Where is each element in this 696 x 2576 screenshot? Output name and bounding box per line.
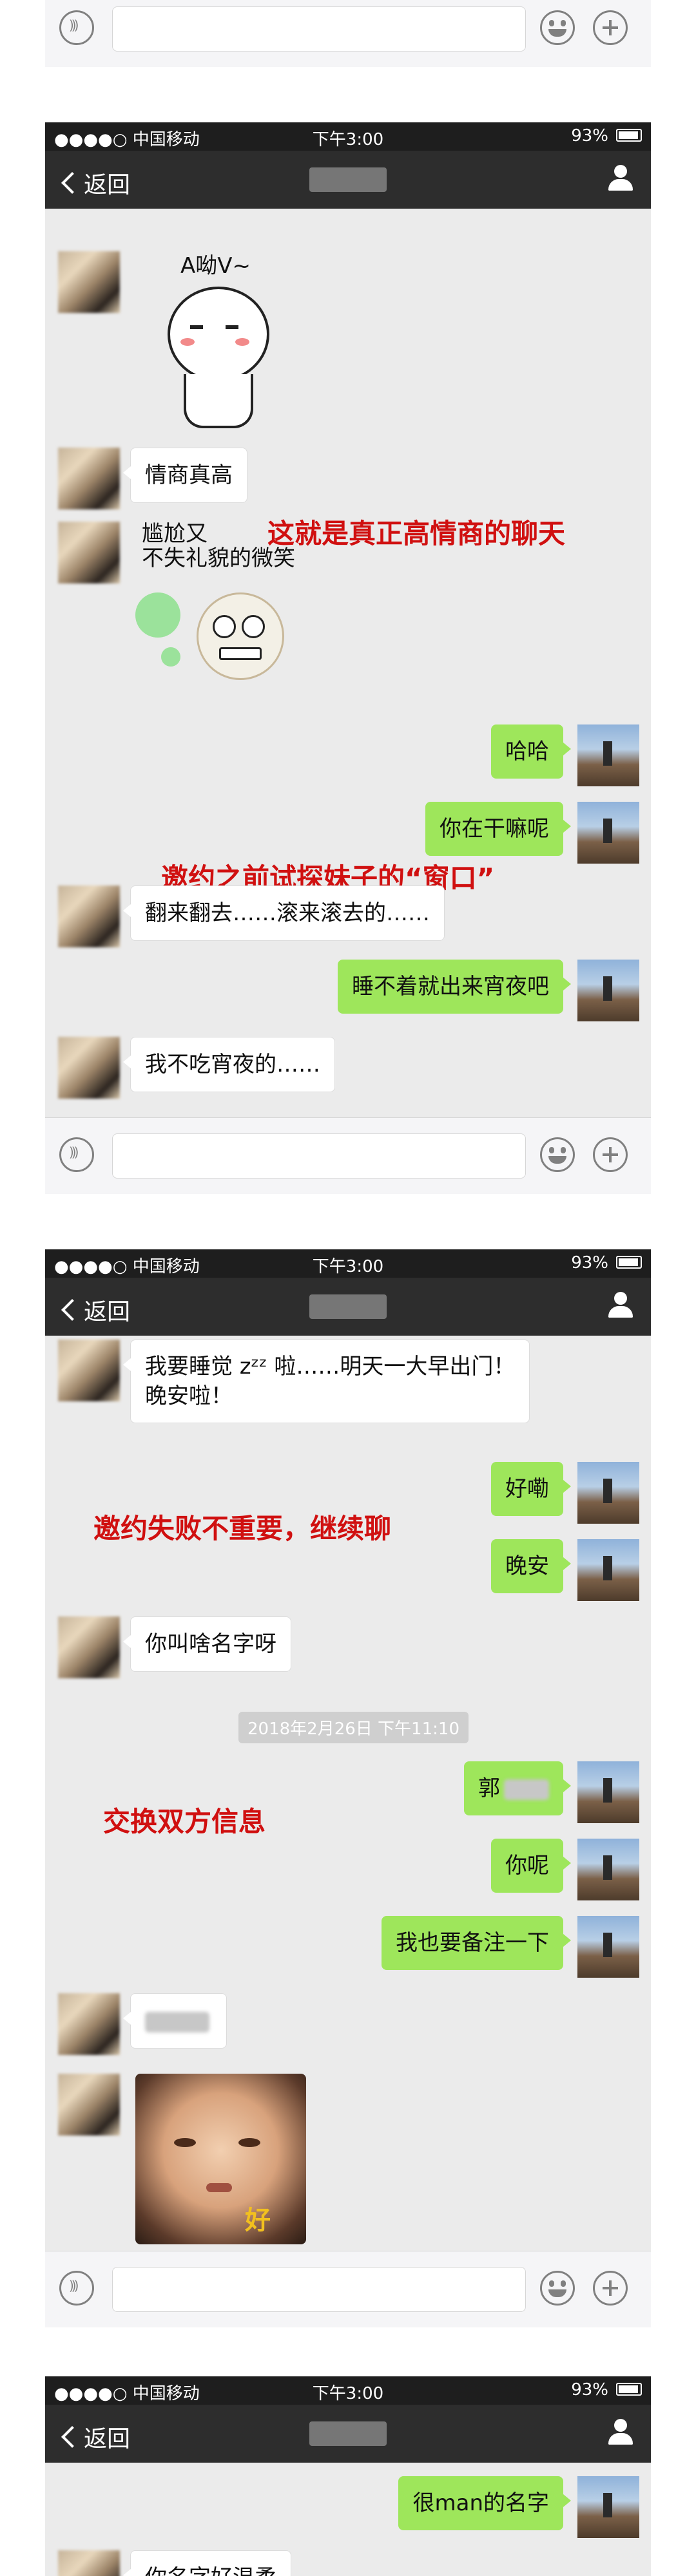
message-bubble[interactable]: 我也要备注一下: [382, 1916, 571, 1970]
avatar[interactable]: [58, 1993, 120, 2055]
clock: 下午3:00: [312, 2384, 384, 2403]
chat-screenshot-2: ●●●●○ 中国移动 下午3:00 93% 返回 我要睡觉 zᶻᶻ 啦……明天一…: [45, 1249, 651, 2251]
timestamp: 2018年2月26日 下午11:10: [238, 1712, 469, 1743]
emoji-icon[interactable]: [540, 10, 575, 45]
avatar[interactable]: [58, 251, 120, 313]
message-bubble[interactable]: 情商真高: [123, 448, 247, 503]
chat-input-bar: [45, 1117, 651, 1194]
status-bar: ●●●●○ 中国移动 下午3:00 93%: [45, 122, 651, 151]
avatar[interactable]: [577, 1539, 639, 1601]
blurred-text: [145, 2011, 209, 2032]
status-bar: ●●●●○ 中国移动 下午3:00 93%: [45, 1249, 651, 1278]
avatar[interactable]: [58, 2074, 120, 2136]
status-bar: ●●●●○ 中国移动 下午3:00 93%: [45, 2376, 651, 2405]
message-bubble[interactable]: 你名字好温柔: [123, 2550, 291, 2576]
voice-icon[interactable]: [59, 1137, 94, 1172]
annotation-text: 邀约失败不重要，继续聊: [93, 1513, 392, 1544]
avatar[interactable]: [58, 1340, 120, 1401]
blurred-text: [504, 1779, 549, 1800]
contact-info-icon[interactable]: [606, 164, 635, 193]
chat-screenshot-3: ●●●●○ 中国移动 下午3:00 93% 返回 很man的名字 你名字好温柔: [45, 2376, 651, 2576]
message-bubble[interactable]: 郭: [464, 1761, 571, 1815]
clock: 下午3:00: [312, 1257, 384, 1276]
message-bubble[interactable]: [123, 1993, 227, 2049]
message-bubble[interactable]: 我不吃宵夜的……: [123, 1037, 335, 1092]
voice-icon[interactable]: [59, 10, 94, 45]
chevron-left-icon: [61, 2426, 83, 2448]
contact-name-blurred: [309, 167, 387, 192]
avatar[interactable]: [58, 886, 120, 947]
chevron-left-icon: [61, 1299, 83, 1321]
nav-bar: 返回: [45, 151, 651, 209]
avatar[interactable]: [577, 724, 639, 786]
voice-icon[interactable]: [59, 2271, 94, 2306]
message-bubble[interactable]: 睡不着就出来宵夜吧: [338, 960, 571, 1014]
avatar[interactable]: [58, 1037, 120, 1099]
plus-icon[interactable]: [593, 10, 628, 45]
avatar[interactable]: [577, 1761, 639, 1823]
message-bubble[interactable]: 好嘞: [491, 1462, 571, 1516]
avatar[interactable]: [577, 960, 639, 1021]
avatar[interactable]: [58, 522, 120, 583]
nav-bar: 返回: [45, 2405, 651, 2463]
sticker-image[interactable]: 好: [135, 2074, 306, 2244]
message-bubble[interactable]: 很man的名字: [398, 2476, 571, 2530]
battery-percent: 93%: [571, 126, 608, 146]
message-input[interactable]: [112, 6, 526, 52]
back-button[interactable]: 返回: [61, 1293, 130, 1327]
avatar[interactable]: [577, 1462, 639, 1524]
avatar[interactable]: [577, 1916, 639, 1978]
back-button[interactable]: 返回: [61, 166, 130, 200]
annotation-text: 这就是真正高情商的聊天: [267, 518, 566, 549]
emoji-icon[interactable]: [540, 2271, 575, 2306]
avatar[interactable]: [577, 802, 639, 864]
clock: 下午3:00: [312, 130, 384, 149]
chat-input-bar: [45, 0, 651, 67]
chat-input-bar: [45, 2251, 651, 2327]
nav-bar: 返回: [45, 1278, 651, 1336]
battery-icon: [616, 129, 642, 142]
emoji-icon[interactable]: [540, 1137, 575, 1172]
message-bubble[interactable]: 你呢: [491, 1839, 571, 1893]
contact-info-icon[interactable]: [606, 1291, 635, 1320]
contact-name-blurred: [309, 2421, 387, 2446]
chevron-left-icon: [61, 172, 83, 194]
battery-percent: 93%: [571, 1253, 608, 1273]
plus-icon[interactable]: [593, 2271, 628, 2306]
avatar[interactable]: [577, 1839, 639, 1900]
message-bubble[interactable]: 哈哈: [491, 724, 571, 779]
message-bubble[interactable]: 你在干嘛呢: [425, 802, 571, 856]
annotation-text: 交换双方信息: [103, 1806, 266, 1837]
avatar[interactable]: [58, 1616, 120, 1678]
message-bubble[interactable]: 你叫啥名字呀: [123, 1616, 291, 1672]
battery-icon: [616, 1256, 642, 1269]
battery-percent: 93%: [571, 2380, 608, 2400]
message-input[interactable]: [112, 1133, 526, 1179]
chat-screenshot-1: ●●●●○ 中国移动 下午3:00 93% 返回 A呦V~ 情商真高 尴尬又 不…: [45, 122, 651, 1128]
avatar[interactable]: [58, 2550, 120, 2576]
message-bubble[interactable]: 我要睡觉 zᶻᶻ 啦……明天一大早出门！ 晚安啦！: [122, 1340, 530, 1423]
battery-icon: [616, 2383, 642, 2396]
avatar[interactable]: [577, 2476, 639, 2538]
message-input[interactable]: [112, 2267, 526, 2312]
contact-info-icon[interactable]: [606, 2418, 635, 2447]
sticker: A呦V~: [155, 248, 284, 428]
contact-name-blurred: [309, 1294, 387, 1319]
avatar[interactable]: [58, 448, 120, 509]
back-button[interactable]: 返回: [61, 2420, 130, 2454]
message-bubble[interactable]: 翻来翻去……滚来滚去的……: [123, 886, 445, 941]
plus-icon[interactable]: [593, 1137, 628, 1172]
message-bubble[interactable]: 晚安: [491, 1539, 571, 1593]
